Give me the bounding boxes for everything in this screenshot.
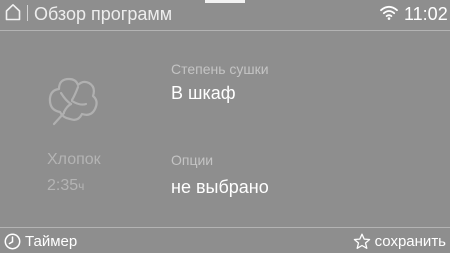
footer-divider xyxy=(0,227,450,228)
options-label: Опции xyxy=(171,152,214,168)
cotton-flower-icon xyxy=(48,77,98,126)
home-icon[interactable] xyxy=(5,3,21,21)
clock-time: 11:02 xyxy=(404,4,448,24)
duration-value: 2:35 xyxy=(47,177,79,194)
save-button[interactable]: сохранить xyxy=(353,231,446,251)
program-overview-screen: Обзор программ 11:02 Хлопок 2:35ч Степен… xyxy=(0,0,450,253)
timer-label: Таймер xyxy=(25,232,78,250)
drying-level-label: Степень сушки xyxy=(171,61,269,77)
status-bar: Обзор программ 11:02 xyxy=(0,0,450,28)
duration-unit: ч xyxy=(78,179,85,193)
timer-button[interactable]: Таймер xyxy=(4,231,77,251)
header-divider xyxy=(0,30,450,31)
drying-level-value: В шкаф xyxy=(171,83,236,103)
header-separator xyxy=(27,5,28,21)
options-value: не выбрано xyxy=(171,177,269,197)
program-name: Хлопок xyxy=(47,151,101,168)
wifi-icon xyxy=(380,5,398,20)
page-indicator xyxy=(205,0,245,3)
star-icon xyxy=(353,233,370,249)
program-duration: 2:35ч xyxy=(47,176,84,196)
page-title: Обзор программ xyxy=(34,4,173,24)
save-label: сохранить xyxy=(374,232,446,250)
clock-icon xyxy=(4,233,21,249)
